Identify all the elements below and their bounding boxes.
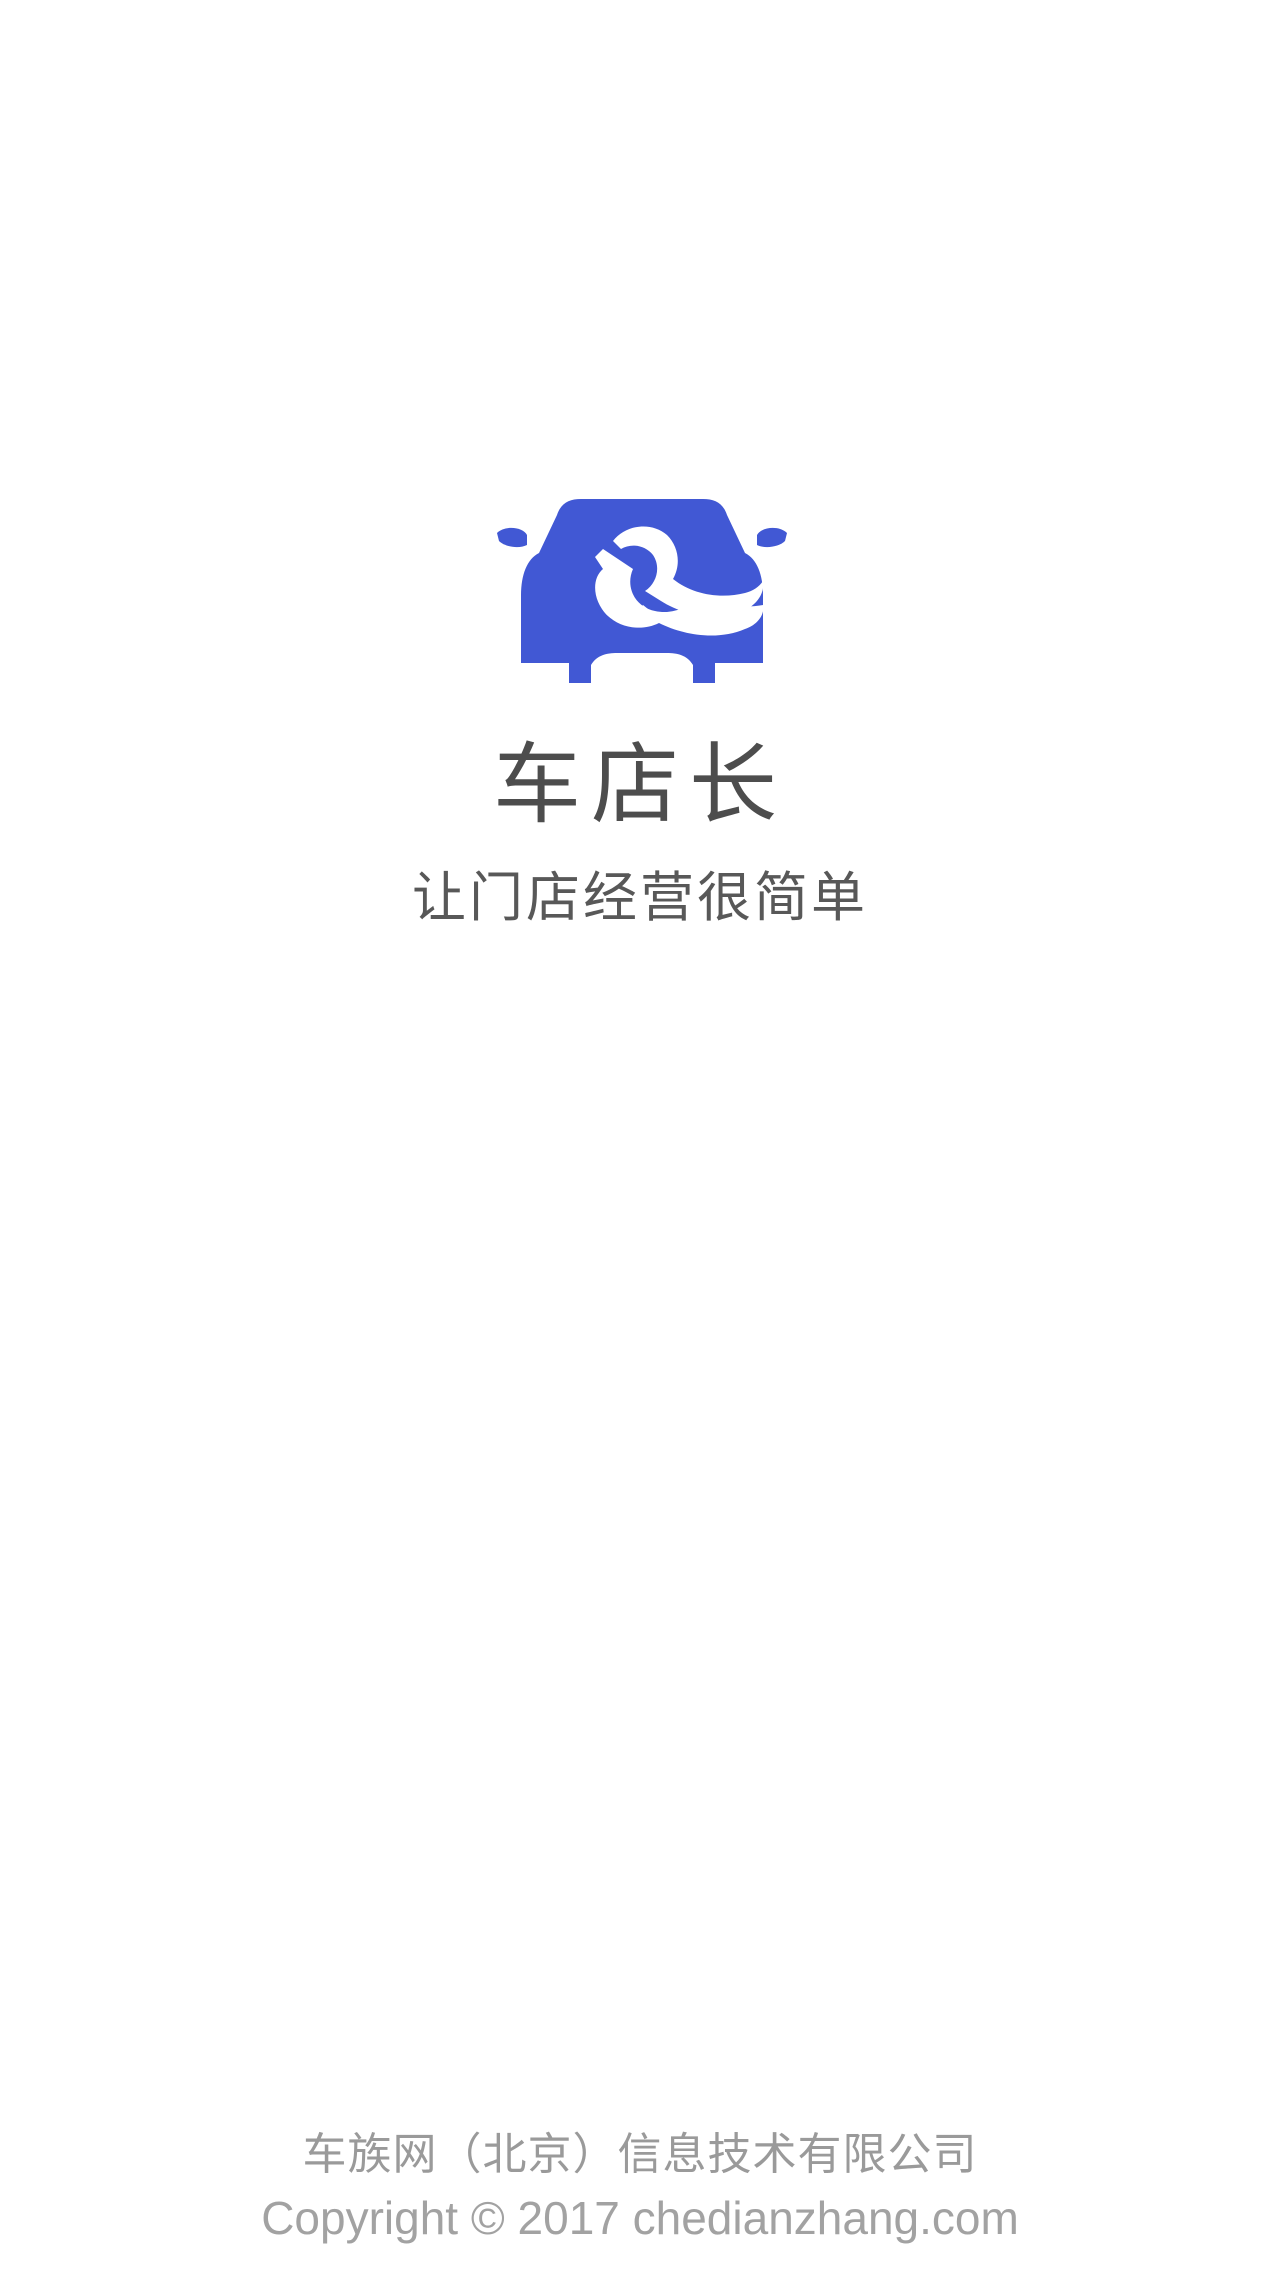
splash-screen: 车店长 让门店经营很简单 车族网（北京）信息技术有限公司 Copyright ©…	[0, 0, 1280, 2276]
app-name: 车店长	[492, 733, 787, 836]
footer-copyright: Copyright © 2017 chedianzhang.com	[261, 2192, 1019, 2244]
footer-company-name: 车族网（北京）信息技术有限公司	[302, 2129, 978, 2180]
app-tagline: 让门店经营很简单	[412, 866, 868, 929]
car-wrench-logo-icon	[495, 495, 789, 683]
